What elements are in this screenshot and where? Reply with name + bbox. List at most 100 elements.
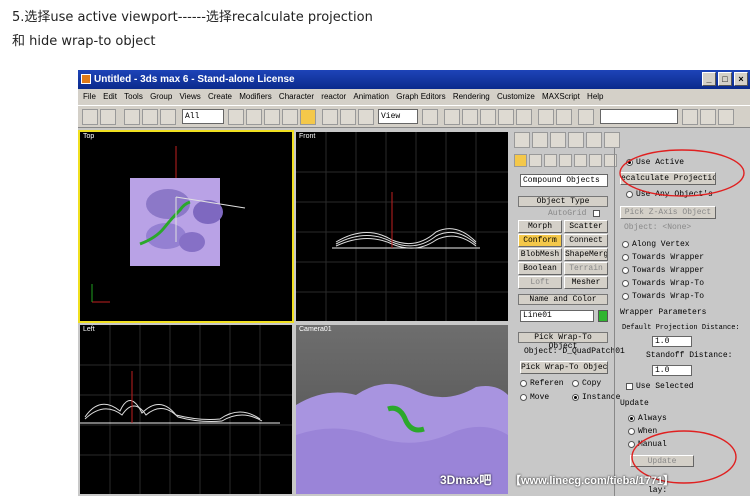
menu-create[interactable]: Create xyxy=(208,89,232,105)
geometry-icon[interactable] xyxy=(514,154,527,167)
viewport-top[interactable]: Top xyxy=(78,130,294,323)
menu-help[interactable]: Help xyxy=(587,89,603,105)
rectangle-selection-icon[interactable] xyxy=(264,109,280,125)
create-tab-icon[interactable] xyxy=(514,132,530,148)
category-select[interactable]: Compound Objects xyxy=(520,174,608,187)
shapes-icon[interactable] xyxy=(529,154,542,167)
menu-file[interactable]: File xyxy=(83,89,96,105)
shapemerge-button[interactable]: ShapeMerge xyxy=(564,248,608,261)
menu-edit[interactable]: Edit xyxy=(103,89,117,105)
blobmesh-button[interactable]: BlobMesh xyxy=(518,248,562,261)
loft-button[interactable]: Loft xyxy=(518,276,562,289)
boolean-button[interactable]: Boolean xyxy=(518,262,562,275)
manipulate-icon[interactable] xyxy=(444,109,460,125)
utilities-tab-icon[interactable] xyxy=(604,132,620,148)
name-color-header[interactable]: Name and Color xyxy=(518,294,608,305)
redo-icon[interactable] xyxy=(100,109,116,125)
systems-icon[interactable] xyxy=(604,154,617,167)
mirror-icon[interactable] xyxy=(556,109,572,125)
pick-wrap-to-button[interactable]: Pick Wrap-To Object xyxy=(520,361,608,374)
viewport-front[interactable]: Front xyxy=(294,130,510,323)
menu-rendering[interactable]: Rendering xyxy=(453,89,490,105)
mesher-button[interactable]: Mesher xyxy=(564,276,608,289)
percent-snap-icon[interactable] xyxy=(498,109,514,125)
always-radio[interactable] xyxy=(628,415,635,422)
instance-radio[interactable] xyxy=(572,394,579,401)
move-icon[interactable] xyxy=(322,109,338,125)
select-by-name-icon[interactable] xyxy=(246,109,262,125)
display-tab-icon[interactable] xyxy=(586,132,602,148)
material-editor-icon[interactable] xyxy=(700,109,716,125)
towards-wrap-to-pivot-radio[interactable] xyxy=(622,293,629,300)
window-crossing-icon[interactable] xyxy=(282,109,298,125)
use-active-radio[interactable] xyxy=(626,159,633,166)
towards-wrapper-pivot-radio[interactable] xyxy=(622,267,629,274)
move-radio[interactable] xyxy=(520,394,527,401)
modify-tab-icon[interactable] xyxy=(532,132,548,148)
menu-views[interactable]: Views xyxy=(180,89,201,105)
scale-icon[interactable] xyxy=(358,109,374,125)
cameras-icon[interactable] xyxy=(559,154,572,167)
spinner-snap-icon[interactable] xyxy=(516,109,532,125)
hierarchy-tab-icon[interactable] xyxy=(550,132,566,148)
connect-button[interactable]: Connect xyxy=(564,234,608,247)
update-button[interactable]: Update xyxy=(630,455,694,467)
selection-filter-select[interactable]: All xyxy=(182,109,224,124)
towards-wrapper-center-radio[interactable] xyxy=(622,254,629,261)
morph-button[interactable]: Morph xyxy=(518,220,562,233)
towards-wrap-to-center-radio[interactable] xyxy=(622,280,629,287)
use-any-object-radio[interactable] xyxy=(626,191,633,198)
recalculate-projection-button[interactable]: ecalculate Projectio xyxy=(620,172,716,185)
pick-z-axis-button[interactable]: Pick Z-Axis Object xyxy=(620,206,716,219)
object-name-field[interactable]: Line01 xyxy=(520,310,594,322)
viewport-left[interactable]: Left xyxy=(78,323,294,496)
object-type-header[interactable]: Object Type xyxy=(518,196,608,207)
scatter-button[interactable]: Scatter xyxy=(564,220,608,233)
copy-radio[interactable] xyxy=(572,380,579,387)
align-icon[interactable] xyxy=(578,109,594,125)
angle-snap-icon[interactable] xyxy=(480,109,496,125)
standoff-distance-field[interactable]: 1.0 xyxy=(652,365,692,376)
pick-wrap-to-header[interactable]: Pick Wrap-To Object xyxy=(518,332,608,351)
reference-coordinate-select[interactable]: View xyxy=(378,109,418,124)
menu-animation[interactable]: Animation xyxy=(353,89,389,105)
motion-tab-icon[interactable] xyxy=(568,132,584,148)
autogrid-checkbox[interactable] xyxy=(593,210,600,217)
reference-radio[interactable] xyxy=(520,380,527,387)
named-selection-icon[interactable] xyxy=(538,109,554,125)
manually-radio[interactable] xyxy=(628,441,635,448)
menu-tools[interactable]: Tools xyxy=(124,89,143,105)
minimize-button[interactable]: _ xyxy=(702,72,716,86)
default-projection-field[interactable]: 1.0 xyxy=(652,336,692,347)
space-warps-icon[interactable] xyxy=(589,154,602,167)
helpers-icon[interactable] xyxy=(574,154,587,167)
menu-character[interactable]: Character xyxy=(279,89,314,105)
select-object-icon[interactable] xyxy=(228,109,244,125)
use-selected-checkbox[interactable] xyxy=(626,383,633,390)
conform-button[interactable]: Conform xyxy=(518,234,562,247)
object-color-swatch[interactable] xyxy=(598,310,608,322)
along-vertex-radio[interactable] xyxy=(622,241,629,248)
close-button[interactable]: × xyxy=(734,72,748,86)
maximize-button[interactable]: □ xyxy=(718,72,732,86)
menu-maxscript[interactable]: MAXScript xyxy=(542,89,580,105)
select-and-manipulate-icon[interactable] xyxy=(300,109,316,125)
mirror-tool-icon[interactable] xyxy=(682,109,698,125)
link-icon[interactable] xyxy=(124,109,140,125)
when-rendering-radio[interactable] xyxy=(628,428,635,435)
undo-icon[interactable] xyxy=(82,109,98,125)
terrain-button[interactable]: Terrain xyxy=(564,262,608,275)
menu-customize[interactable]: Customize xyxy=(497,89,535,105)
menu-modifiers[interactable]: Modifiers xyxy=(239,89,271,105)
render-scene-icon[interactable] xyxy=(718,109,734,125)
unlink-icon[interactable] xyxy=(142,109,158,125)
rotate-icon[interactable] xyxy=(340,109,356,125)
named-selection-set-select[interactable] xyxy=(600,109,678,124)
snap-toggle-icon[interactable] xyxy=(462,109,478,125)
menu-reactor[interactable]: reactor xyxy=(321,89,346,105)
pivot-center-icon[interactable] xyxy=(422,109,438,125)
menu-graph-editors[interactable]: Graph Editors xyxy=(396,89,445,105)
menu-group[interactable]: Group xyxy=(150,89,172,105)
lights-icon[interactable] xyxy=(544,154,557,167)
bind-spacewarp-icon[interactable] xyxy=(160,109,176,125)
